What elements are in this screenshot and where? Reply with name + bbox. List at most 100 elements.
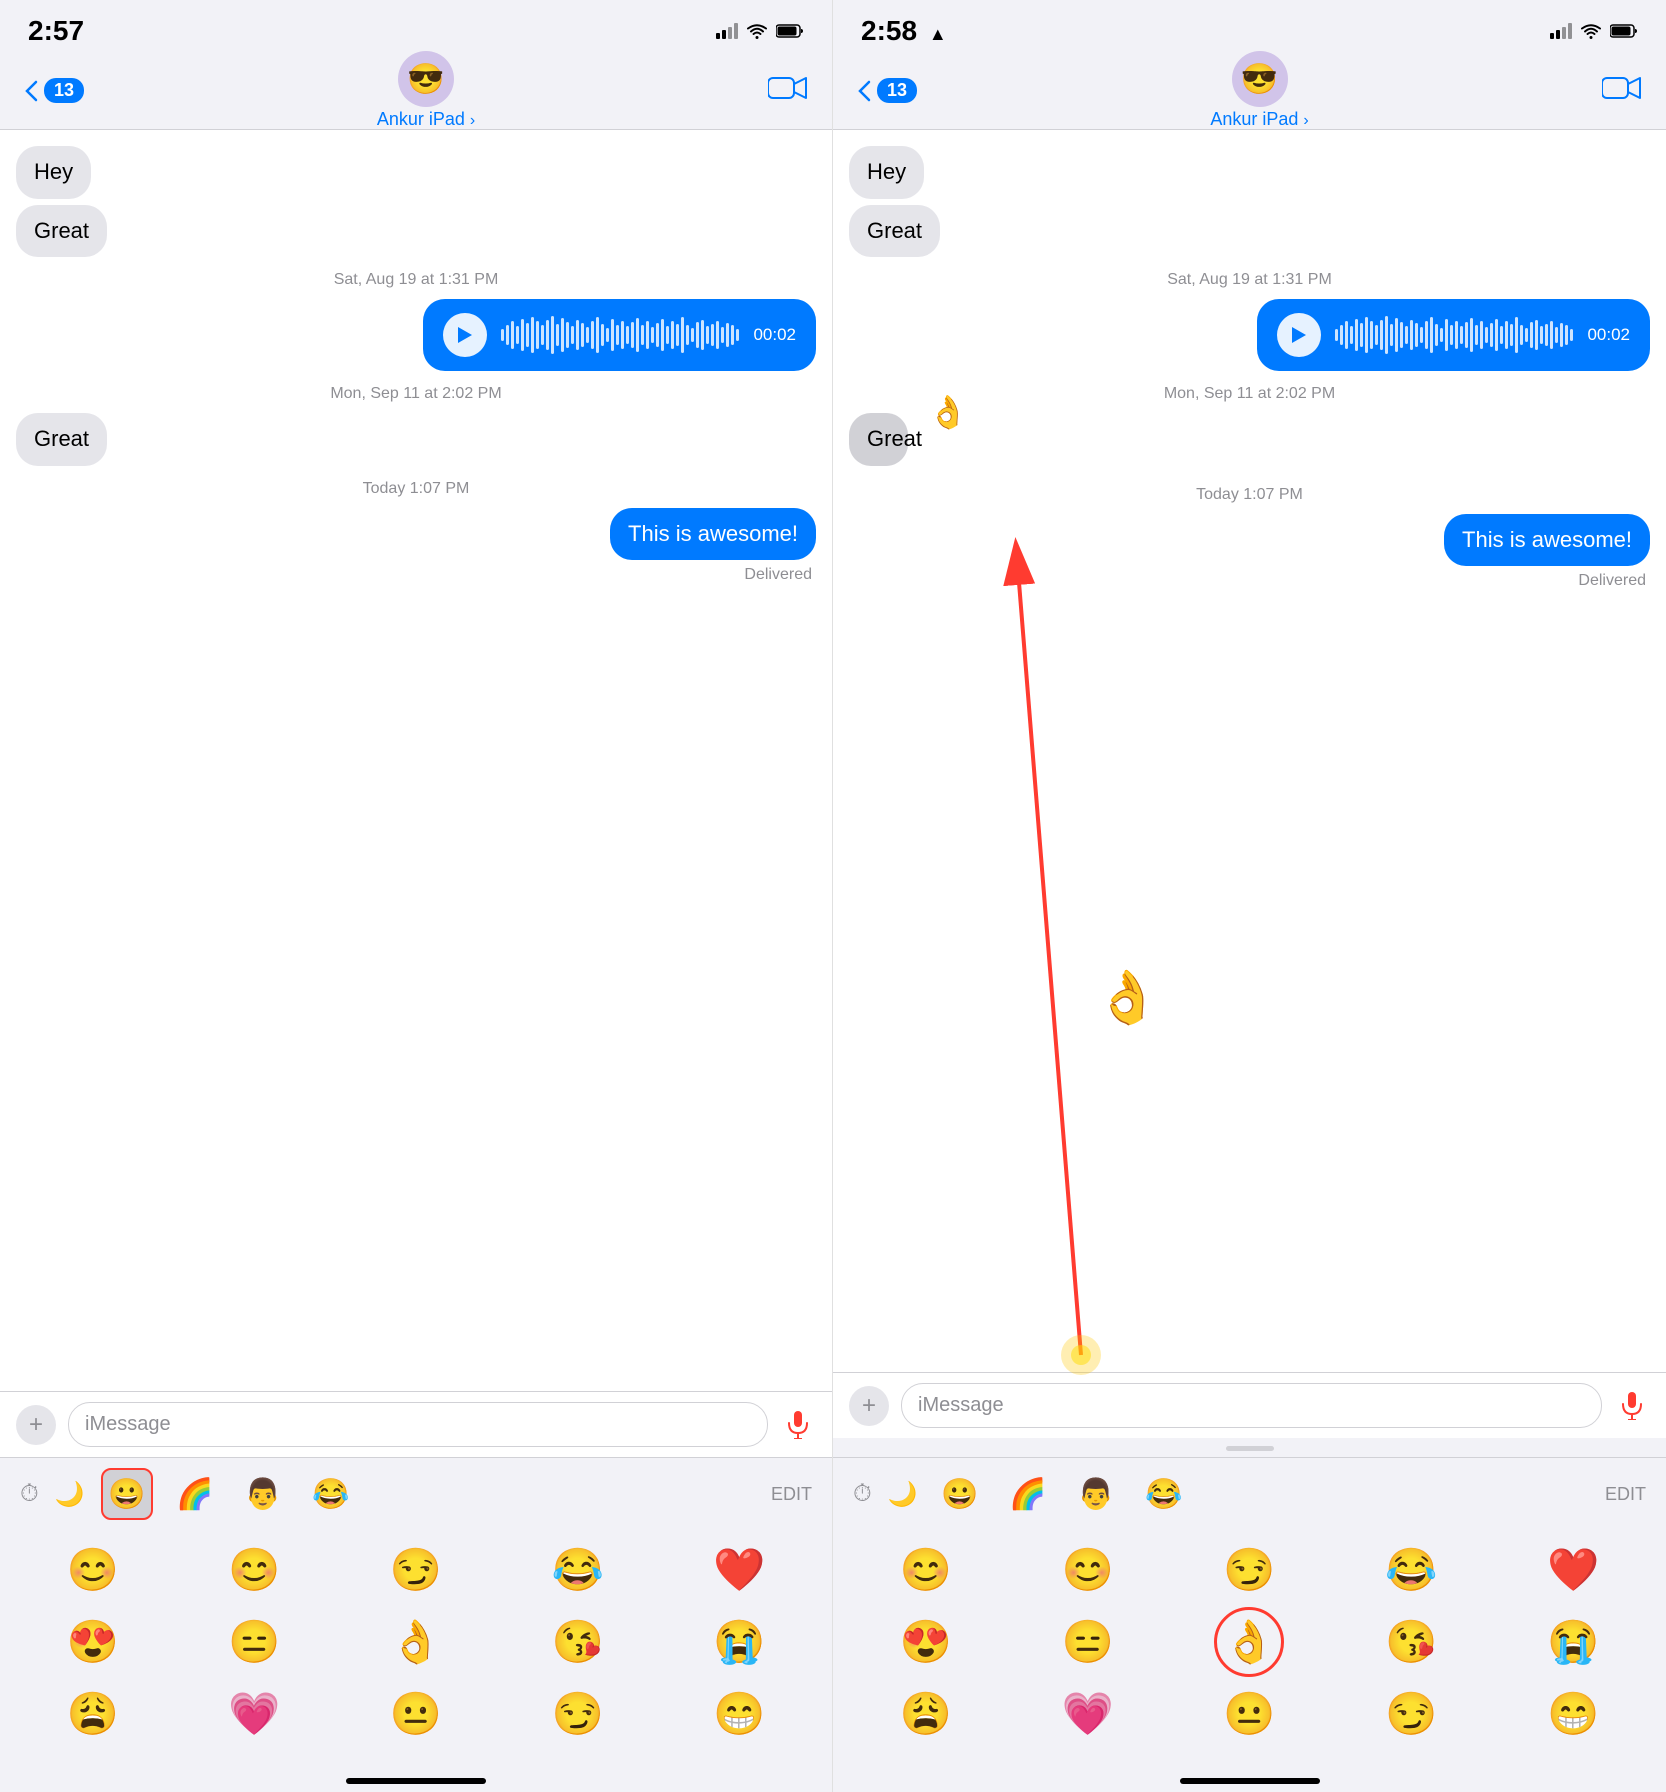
left-contact-header[interactable]: 😎 Ankur iPad › [377, 51, 475, 130]
emoji-13[interactable]: 😐 [339, 1682, 493, 1746]
right-emoji-6[interactable]: 😍 [849, 1610, 1003, 1674]
right-emoji-7[interactable]: 😑 [1011, 1610, 1165, 1674]
right-battery-icon [1610, 23, 1638, 39]
left-emoji-bar-person[interactable]: 👨 [237, 1468, 289, 1520]
waveform [501, 316, 739, 354]
right-home-bar [833, 1758, 1666, 1792]
right-panel: 2:58 ▲ [833, 0, 1666, 1792]
emoji-5[interactable]: ❤️ [662, 1538, 816, 1602]
delivered-label: Delivered [16, 566, 816, 584]
right-play-icon [1290, 325, 1308, 345]
signal-icon [716, 23, 738, 39]
audio-message[interactable]: 00:02 [423, 299, 816, 371]
right-emoji-13[interactable]: 😐 [1173, 1682, 1327, 1746]
right-emoji-3[interactable]: 😏 [1173, 1538, 1327, 1602]
right-mic-button[interactable] [1614, 1388, 1650, 1424]
right-emoji-1[interactable]: 😊 [849, 1538, 1003, 1602]
emoji-11[interactable]: 😩 [16, 1682, 170, 1746]
emoji-2[interactable]: 😊 [178, 1538, 332, 1602]
right-edit-label[interactable]: EDIT [1605, 1484, 1646, 1505]
ts-aug19: Sat, Aug 19 at 1:31 PM [16, 271, 816, 289]
right-status-bar: 2:58 ▲ [833, 0, 1666, 54]
right-moon-icon[interactable]: 🌙 [888, 1480, 918, 1509]
right-emoji-12[interactable]: 💗 [1011, 1682, 1165, 1746]
play-button[interactable] [443, 313, 487, 357]
emoji-8[interactable]: 👌 [339, 1610, 493, 1674]
right-emoji-bar-smiley[interactable]: 😀 [934, 1468, 986, 1520]
left-emoji-bar: ⏱ 🌙 😀 🌈 👨 😂 EDIT [0, 1457, 832, 1530]
msg-great1: Great [16, 205, 107, 258]
right-wifi-icon [1580, 23, 1602, 39]
msg-great2: Great [16, 413, 107, 466]
left-emoji-bar-colorful[interactable]: 🌈 [169, 1468, 221, 1520]
right-emoji-4[interactable]: 😂 [1334, 1538, 1488, 1602]
right-emoji-9[interactable]: 😘 [1334, 1610, 1488, 1674]
left-mic-button[interactable] [780, 1407, 816, 1443]
right-emoji-5[interactable]: ❤️ [1496, 1538, 1650, 1602]
right-emoji-14[interactable]: 😏 [1334, 1682, 1488, 1746]
right-signal-icon [1550, 23, 1572, 39]
right-audio-message[interactable]: 00:02 [1257, 299, 1650, 371]
emoji-4[interactable]: 😂 [501, 1538, 655, 1602]
right-msg-great1: Great [849, 205, 940, 258]
ts-today: Today 1:07 PM [16, 480, 816, 498]
right-emoji-bar-colorful[interactable]: 🌈 [1002, 1468, 1054, 1520]
right-emoji-15[interactable]: 😁 [1496, 1682, 1650, 1746]
emoji-9[interactable]: 😘 [501, 1610, 655, 1674]
right-waveform [1335, 316, 1573, 354]
right-emoji-2[interactable]: 😊 [1011, 1538, 1165, 1602]
right-recent-icon[interactable]: ⏱ [853, 1480, 872, 1508]
emoji-12[interactable]: 💗 [178, 1682, 332, 1746]
left-emoji-bar-laugh[interactable]: 😂 [305, 1468, 357, 1520]
right-audio-duration: 00:02 [1587, 325, 1630, 345]
right-contact-name: Ankur iPad › [1210, 109, 1308, 130]
video-camera-icon [768, 74, 808, 102]
left-video-call-button[interactable] [768, 74, 808, 107]
right-mic-icon [1620, 1392, 1644, 1420]
right-emoji-bar-person[interactable]: 👨 [1070, 1468, 1122, 1520]
emoji-15[interactable]: 😁 [662, 1682, 816, 1746]
right-emoji-10[interactable]: 😭 [1496, 1610, 1650, 1674]
msg-awesome: This is awesome! [610, 508, 816, 561]
right-emoji-bar-laugh[interactable]: 😂 [1138, 1468, 1190, 1520]
back-chevron-icon [24, 80, 38, 102]
right-back-button[interactable]: 13 [857, 78, 917, 103]
right-back-badge: 13 [877, 78, 917, 103]
left-edit-label[interactable]: EDIT [771, 1484, 812, 1505]
left-emoji-grid: 😊 😊 😏 😂 ❤️ 😍 😑 👌 😘 😭 😩 💗 😐 😏 😁 [0, 1530, 832, 1758]
right-msg-hey: Hey [849, 146, 924, 199]
left-add-button[interactable]: + [16, 1405, 56, 1445]
right-emoji-8-okhand[interactable]: 👌 [1173, 1610, 1327, 1674]
emoji-1[interactable]: 😊 [16, 1538, 170, 1602]
right-ts-today: Today 1:07 PM [849, 486, 1650, 504]
emoji-7[interactable]: 😑 [178, 1610, 332, 1674]
emoji-3[interactable]: 😏 [339, 1538, 493, 1602]
left-recent-icon[interactable]: ⏱ [20, 1480, 39, 1508]
right-messages-area: Hey Great Sat, Aug 19 at 1:31 PM [833, 130, 1666, 1372]
right-contact-header[interactable]: 😎 Ankur iPad › [1210, 51, 1308, 130]
right-delivered-label: Delivered [849, 572, 1650, 590]
right-message-input[interactable]: iMessage [901, 1383, 1602, 1428]
left-input-bar: + iMessage [0, 1391, 832, 1457]
right-msg-great2: Great [849, 413, 908, 466]
left-back-button[interactable]: 13 [24, 78, 84, 103]
right-emoji-11[interactable]: 😩 [849, 1682, 1003, 1746]
right-nav-bar: 13 😎 Ankur iPad › [833, 54, 1666, 130]
emoji-10[interactable]: 😭 [662, 1610, 816, 1674]
wifi-icon [746, 23, 768, 39]
left-message-input[interactable]: iMessage [68, 1402, 768, 1447]
left-moon-icon[interactable]: 🌙 [55, 1480, 85, 1509]
left-home-indicator [346, 1778, 486, 1784]
emoji-6[interactable]: 😍 [16, 1610, 170, 1674]
right-video-call-button[interactable] [1602, 74, 1642, 107]
right-drag-handle [1226, 1446, 1274, 1451]
left-home-bar [0, 1758, 832, 1792]
right-play-button[interactable] [1277, 313, 1321, 357]
left-emoji-bar-smiley[interactable]: 😀 [101, 1468, 153, 1520]
audio-duration: 00:02 [753, 325, 796, 345]
mic-icon [786, 1411, 810, 1439]
right-home-indicator [1180, 1778, 1320, 1784]
emoji-14[interactable]: 😏 [501, 1682, 655, 1746]
msg-hey: Hey [16, 146, 91, 199]
right-add-button[interactable]: + [849, 1386, 889, 1426]
